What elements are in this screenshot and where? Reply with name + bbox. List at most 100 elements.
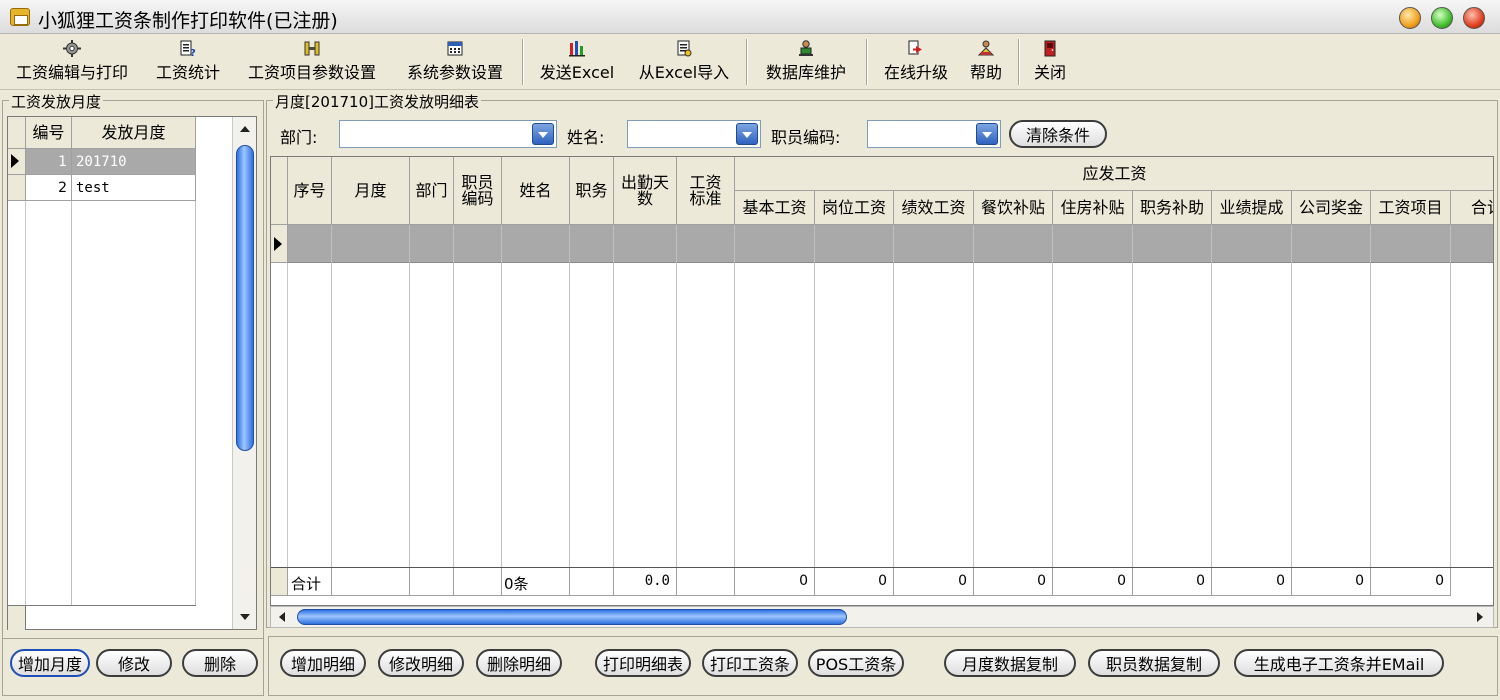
toolbar-separator [1018, 39, 1020, 85]
grid-line [1211, 225, 1212, 567]
row-pointer-icon [11, 154, 19, 168]
chevron-down-icon[interactable] [736, 123, 758, 145]
scroll-up-icon[interactable] [235, 119, 255, 139]
table-row[interactable] [288, 225, 1493, 263]
grid-line [1291, 225, 1292, 567]
column-header-seq[interactable]: 序号 [288, 157, 332, 225]
month-row-no[interactable]: 1 [26, 149, 72, 175]
exit-door-icon [1044, 40, 1056, 57]
column-header-base-salary[interactable]: 基本工资 [735, 191, 815, 225]
grid-line [1132, 225, 1133, 567]
detail-grid-h-scrollbar[interactable] [270, 606, 1494, 628]
employee-code-select[interactable] [867, 120, 1001, 148]
employee-code-label: 职员编码: [771, 128, 841, 147]
totals-cell [410, 568, 454, 596]
edit-detail-button[interactable]: 修改明细 [378, 649, 464, 677]
grid-line [453, 225, 454, 567]
toolbar-salary-stats-button[interactable]: ? 工资统计 [150, 37, 226, 89]
month-row-no[interactable]: 2 [26, 175, 72, 201]
scrollbar-thumb[interactable] [236, 145, 254, 451]
grid-line [973, 225, 974, 567]
close-window-button[interactable] [1463, 7, 1485, 29]
maximize-button[interactable] [1431, 7, 1453, 29]
toolbar-system-settings-button[interactable]: 系统参数设置 [398, 37, 512, 89]
toolbar-item-label: 帮助 [969, 63, 1002, 82]
row-indicator-header [8, 117, 26, 149]
column-header-dept[interactable]: 部门 [410, 157, 454, 225]
scroll-down-icon[interactable] [235, 607, 255, 627]
toolbar-online-upgrade-button[interactable]: 在线升级 [876, 37, 956, 89]
copy-month-data-button[interactable]: 月度数据复制 [944, 649, 1076, 677]
row-indicator [8, 149, 26, 175]
name-label: 姓名: [567, 128, 605, 147]
window-title: 小狐狸工资条制作打印软件(已注册) [38, 10, 338, 32]
column-header-month[interactable]: 月度 [332, 157, 410, 225]
month-row-month[interactable]: test [72, 175, 196, 201]
toolbar-send-excel-button[interactable]: 发送Excel [532, 37, 622, 89]
scroll-right-icon[interactable] [1471, 608, 1489, 626]
column-header-name[interactable]: 姓名 [502, 157, 570, 225]
add-detail-button[interactable]: 增加明细 [280, 649, 366, 677]
grid-line [501, 225, 502, 567]
toolbar-item-label: 从Excel导入 [638, 63, 730, 82]
month-grid-footer [8, 605, 196, 630]
generate-email-payslip-button[interactable]: 生成电子工资条并EMail [1234, 649, 1444, 677]
toolbar-help-button[interactable]: 帮助 [964, 37, 1008, 89]
grid-line [814, 225, 815, 567]
column-header-position[interactable]: 职务 [570, 157, 614, 225]
column-header-month[interactable]: 发放月度 [72, 117, 196, 149]
toolbar-close-button[interactable]: 关闭 [1028, 37, 1072, 89]
delete-detail-button[interactable]: 删除明细 [476, 649, 562, 677]
grid-line [1370, 225, 1371, 567]
column-header-position-allowance[interactable]: 职务补助 [1133, 191, 1212, 225]
column-header-post-salary[interactable]: 岗位工资 [815, 191, 894, 225]
column-header-company-bonus[interactable]: 公司奖金 [1292, 191, 1371, 225]
grid-line [1450, 225, 1451, 567]
pos-payslip-button[interactable]: POS工资条 [808, 649, 904, 677]
clear-filter-button[interactable]: 清除条件 [1009, 120, 1107, 148]
chevron-down-icon[interactable] [976, 123, 998, 145]
column-header-employee-code[interactable]: 职员编码 [454, 157, 502, 225]
minimize-button[interactable] [1399, 7, 1421, 29]
print-payslip-button[interactable]: 打印工资条 [702, 649, 798, 677]
dept-select[interactable] [339, 120, 557, 148]
toolbar-item-label: 发送Excel [539, 63, 615, 82]
grid-line [287, 263, 288, 567]
column-header-housing-allowance[interactable]: 住房补贴 [1053, 191, 1133, 225]
toolbar-database-maintenance-button[interactable]: 数据库维护 [756, 37, 856, 89]
chevron-down-icon[interactable] [532, 123, 554, 145]
toolbar-separator [522, 39, 524, 85]
toolbar-item-label: 工资统计 [155, 63, 220, 82]
month-grid: 编号 发放月度 1 201710 2 test [7, 116, 257, 630]
name-select[interactable] [627, 120, 761, 148]
footer-indicator [8, 606, 26, 630]
title-bar: 小狐狸工资条制作打印软件(已注册) [0, 0, 1500, 34]
totals-cell [332, 568, 410, 596]
month-row-month[interactable]: 201710 [72, 149, 196, 175]
toolbar-item-label: 关闭 [1033, 63, 1066, 82]
column-header-meal-allowance[interactable]: 餐饮补贴 [974, 191, 1053, 225]
column-header-total[interactable]: 合计 [1451, 191, 1493, 225]
toolbar-salary-item-settings-button[interactable]: 工资项目参数设置 [238, 37, 386, 89]
add-month-button[interactable]: 增加月度 [10, 649, 90, 677]
column-header-salary-item[interactable]: 工资项目 [1371, 191, 1451, 225]
toolbar-salary-edit-print-button[interactable]: 工资编辑与打印 [8, 37, 136, 89]
grid-line [613, 225, 614, 567]
salary-detail-panel-title: 月度[201710]工资发放明细表 [273, 91, 481, 112]
help-icon [977, 40, 995, 56]
excel-import-icon [677, 40, 692, 57]
column-header-performance-salary[interactable]: 绩效工资 [894, 191, 974, 225]
upgrade-icon [908, 40, 922, 55]
delete-month-button[interactable]: 删除 [182, 649, 258, 677]
toolbar-import-excel-button[interactable]: 从Excel导入 [632, 37, 736, 89]
edit-month-button[interactable]: 修改 [96, 649, 172, 677]
copy-employee-data-button[interactable]: 职员数据复制 [1088, 649, 1220, 677]
scroll-left-icon[interactable] [273, 608, 291, 626]
column-header-commission[interactable]: 业绩提成 [1212, 191, 1292, 225]
scrollbar-thumb[interactable] [297, 609, 847, 625]
column-header-no[interactable]: 编号 [26, 117, 72, 149]
column-header-attendance-days[interactable]: 出勤天数 [614, 157, 677, 225]
column-header-salary-standard[interactable]: 工资标准 [677, 157, 735, 225]
print-detail-button[interactable]: 打印明细表 [595, 649, 691, 677]
month-grid-scrollbar[interactable] [232, 117, 256, 629]
